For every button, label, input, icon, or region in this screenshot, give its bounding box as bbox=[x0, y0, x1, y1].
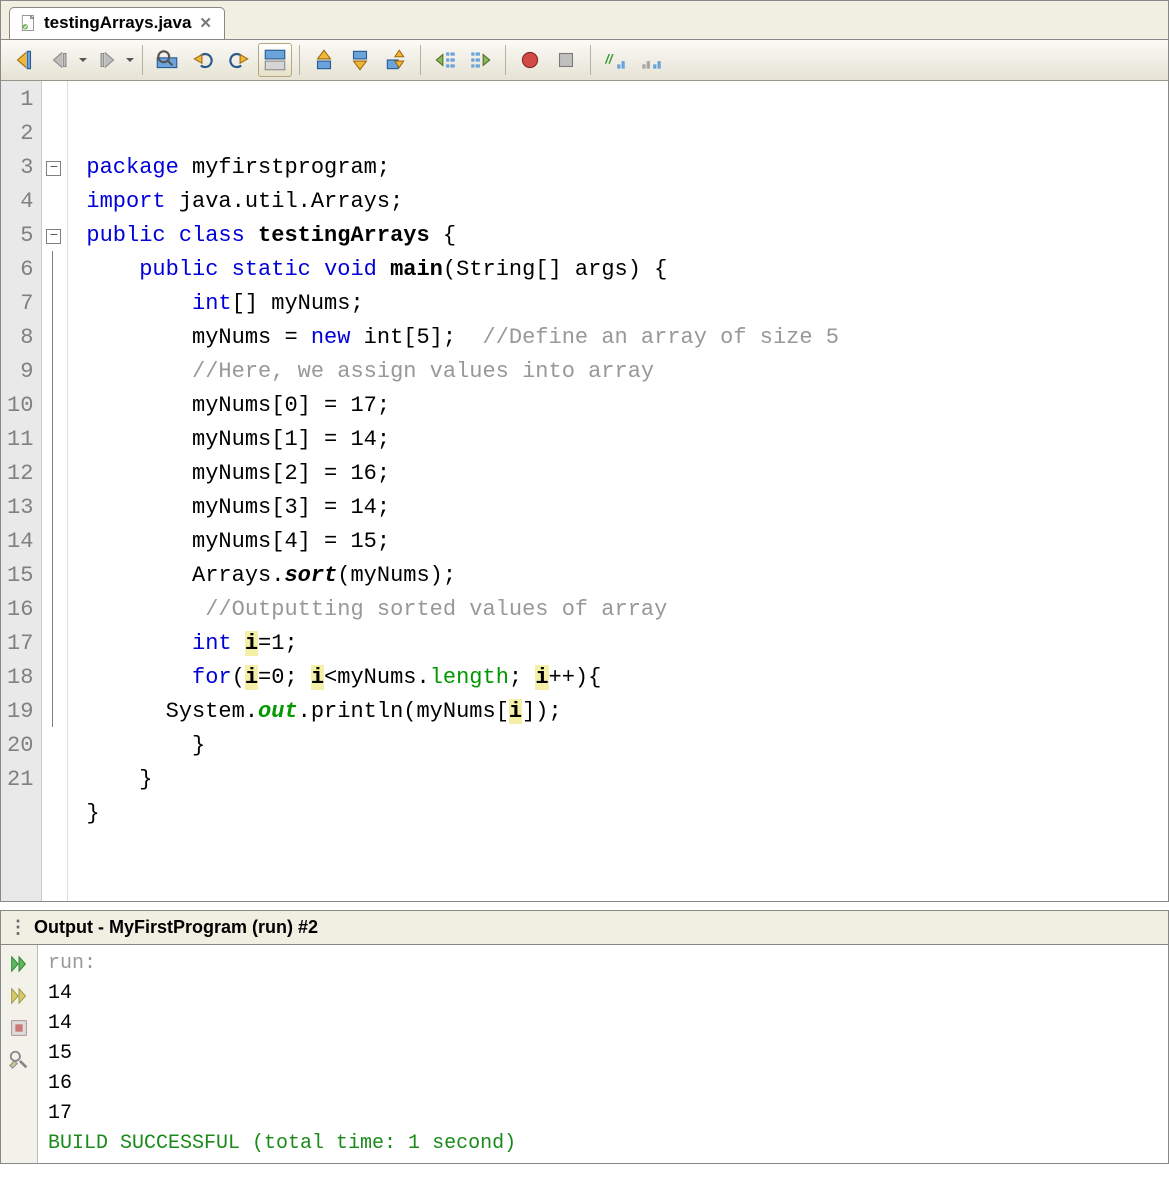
grip-icon[interactable]: ⋮ bbox=[9, 917, 28, 938]
output-text[interactable]: run: 14 14 15 16 17 BUILD SUCCESSFUL (to… bbox=[38, 945, 526, 1163]
comment-button[interactable]: // bbox=[598, 43, 632, 77]
find-selection-button[interactable] bbox=[150, 43, 184, 77]
rerun-button[interactable] bbox=[5, 951, 33, 977]
output-title-bar: ⋮ Output - MyFirstProgram (run) #2 bbox=[1, 911, 1168, 945]
stop-macro-button[interactable] bbox=[549, 43, 583, 77]
output-line: 14 bbox=[48, 979, 516, 1009]
separator bbox=[299, 45, 300, 75]
separator bbox=[590, 45, 591, 75]
start-macro-button[interactable] bbox=[513, 43, 547, 77]
stop-button[interactable] bbox=[5, 1015, 33, 1041]
separator bbox=[142, 45, 143, 75]
back-dropdown[interactable] bbox=[43, 43, 88, 77]
java-file-icon bbox=[20, 14, 38, 32]
output-title: Output - MyFirstProgram (run) #2 bbox=[34, 917, 318, 938]
output-line: 16 bbox=[48, 1069, 516, 1099]
find-prev-button[interactable] bbox=[186, 43, 220, 77]
ide-window: testingArrays.java ✕ // bbox=[0, 0, 1169, 902]
next-bookmark-button[interactable] bbox=[343, 43, 377, 77]
prev-bookmark-button[interactable] bbox=[307, 43, 341, 77]
output-line: 17 bbox=[48, 1099, 516, 1129]
chevron-down-icon bbox=[78, 55, 88, 65]
separator bbox=[420, 45, 421, 75]
shift-left-button[interactable] bbox=[428, 43, 462, 77]
forward-dropdown[interactable] bbox=[90, 43, 135, 77]
output-line: run: bbox=[48, 949, 516, 979]
tab-filename: testingArrays.java bbox=[44, 13, 191, 33]
output-line: 15 bbox=[48, 1039, 516, 1069]
tab-bar: testingArrays.java ✕ bbox=[1, 1, 1168, 40]
uncomment-button[interactable] bbox=[634, 43, 668, 77]
code-editor[interactable]: 123456789101112131415161718192021 − − pa… bbox=[1, 81, 1168, 901]
tab-close-icon[interactable]: ✕ bbox=[197, 14, 214, 32]
fold-toggle[interactable]: − bbox=[42, 217, 67, 251]
output-toolbar bbox=[1, 945, 38, 1163]
output-panel: ⋮ Output - MyFirstProgram (run) #2 run: … bbox=[0, 910, 1169, 1164]
output-line: 14 bbox=[48, 1009, 516, 1039]
toggle-bookmark-button[interactable] bbox=[379, 43, 413, 77]
chevron-down-icon bbox=[125, 55, 135, 65]
shift-right-button[interactable] bbox=[464, 43, 498, 77]
toggle-highlight-button[interactable] bbox=[258, 43, 292, 77]
code-area[interactable]: package myfirstprogram;import java.util.… bbox=[68, 81, 849, 901]
last-edit-button[interactable] bbox=[7, 43, 41, 77]
svg-text://: // bbox=[604, 51, 614, 66]
output-build-status: BUILD SUCCESSFUL (total time: 1 second) bbox=[48, 1129, 516, 1159]
separator bbox=[505, 45, 506, 75]
run-button[interactable] bbox=[5, 983, 33, 1009]
line-number-gutter: 123456789101112131415161718192021 bbox=[1, 81, 42, 901]
find-next-button[interactable] bbox=[222, 43, 256, 77]
editor-toolbar: // bbox=[1, 40, 1168, 81]
editor-tab[interactable]: testingArrays.java ✕ bbox=[9, 7, 225, 39]
fold-toggle[interactable]: − bbox=[42, 149, 67, 183]
fold-gutter: − − bbox=[42, 81, 68, 901]
settings-button[interactable] bbox=[5, 1047, 33, 1073]
